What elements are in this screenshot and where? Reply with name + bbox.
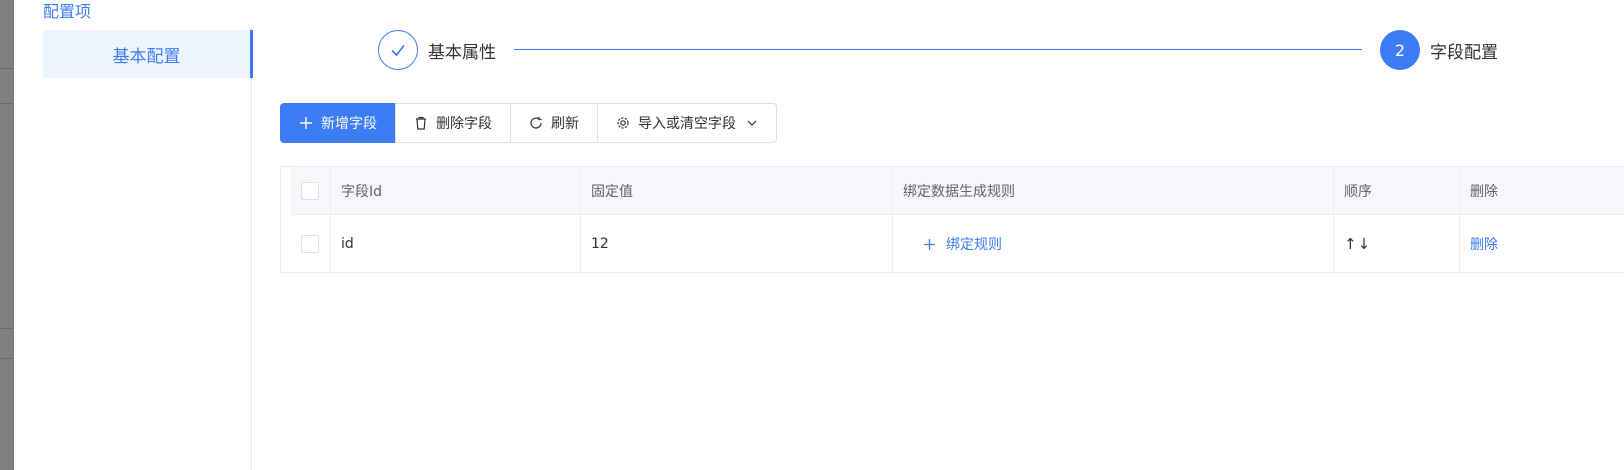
row-checkbox[interactable] (301, 235, 319, 253)
delete-field-label: 删除字段 (436, 116, 492, 132)
plus-icon (923, 238, 936, 251)
steps-bar: 基本属性 2 字段配置 (378, 30, 1538, 70)
bind-rule-link[interactable]: 绑定规则 (923, 234, 1002, 254)
table-toolbar: 新增字段 删除字段 刷新 导入或清空字段 (280, 103, 777, 143)
step-label: 基本属性 (428, 42, 496, 63)
plus-icon (299, 116, 313, 130)
config-section-title: 配置项 (43, 2, 92, 21)
step-label: 字段配置 (1430, 42, 1498, 63)
nav-item-basic-config[interactable]: 基本配置 (43, 30, 253, 78)
step-field-config[interactable]: 2 字段配置 (1380, 30, 1498, 70)
trash-icon (414, 116, 428, 130)
select-all-checkbox[interactable] (301, 181, 319, 200)
config-nav: 基本配置 (14, 28, 253, 470)
header-order: 顺序 (1334, 167, 1460, 214)
header-delete: 删除 (1470, 183, 1498, 200)
refresh-label: 刷新 (551, 116, 579, 132)
background-overlay (0, 0, 14, 470)
bind-rule-label: 绑定规则 (946, 237, 1002, 253)
step-number: 2 (1380, 30, 1420, 70)
cell-order: ↑↓ (1334, 215, 1460, 273)
table-row: id 12 绑定规则 ↑↓ 删除 (291, 215, 1624, 273)
background-divider (0, 68, 14, 69)
step-status-done (378, 30, 418, 70)
step-basic-properties[interactable]: 基本属性 (378, 30, 496, 70)
delete-field-button[interactable]: 删除字段 (395, 103, 511, 143)
refresh-icon (529, 116, 543, 130)
delete-row-link[interactable]: 删除 (1470, 234, 1498, 254)
cell-delete: 删除 (1460, 215, 1624, 273)
import-clear-label: 导入或清空字段 (638, 116, 736, 132)
background-divider (0, 328, 14, 329)
cell-bind-rule: 绑定规则 (893, 215, 1334, 273)
add-field-label: 新增字段 (321, 116, 377, 132)
header-field-id: 字段Id (331, 167, 581, 214)
table-header: 字段Id 固定值 绑定数据生成规则 顺序 删除 (291, 167, 1624, 215)
refresh-button[interactable]: 刷新 (510, 103, 598, 143)
header-fixed-value: 固定值 (581, 167, 893, 214)
step-connector (514, 49, 1362, 50)
row-select-cell (291, 215, 331, 273)
cell-fixed-value: 12 (581, 215, 893, 273)
import-clear-dropdown[interactable]: 导入或清空字段 (597, 103, 777, 143)
sort-arrows-icon[interactable]: ↑↓ (1344, 235, 1371, 253)
header-bind-rule: 绑定数据生成规则 (893, 167, 1334, 214)
background-divider (0, 103, 14, 104)
gear-icon (616, 116, 630, 130)
background-divider (0, 358, 14, 359)
cell-field-id: id (331, 215, 581, 273)
fields-table: 字段Id 固定值 绑定数据生成规则 顺序 删除 id 12 绑定规则 ↑↓ 删除 (280, 166, 1624, 273)
nav-item-label: 基本配置 (112, 46, 181, 67)
add-field-button[interactable]: 新增字段 (280, 103, 396, 143)
check-icon (391, 45, 405, 57)
header-select-cell (291, 167, 331, 214)
chevron-down-icon (746, 117, 758, 129)
